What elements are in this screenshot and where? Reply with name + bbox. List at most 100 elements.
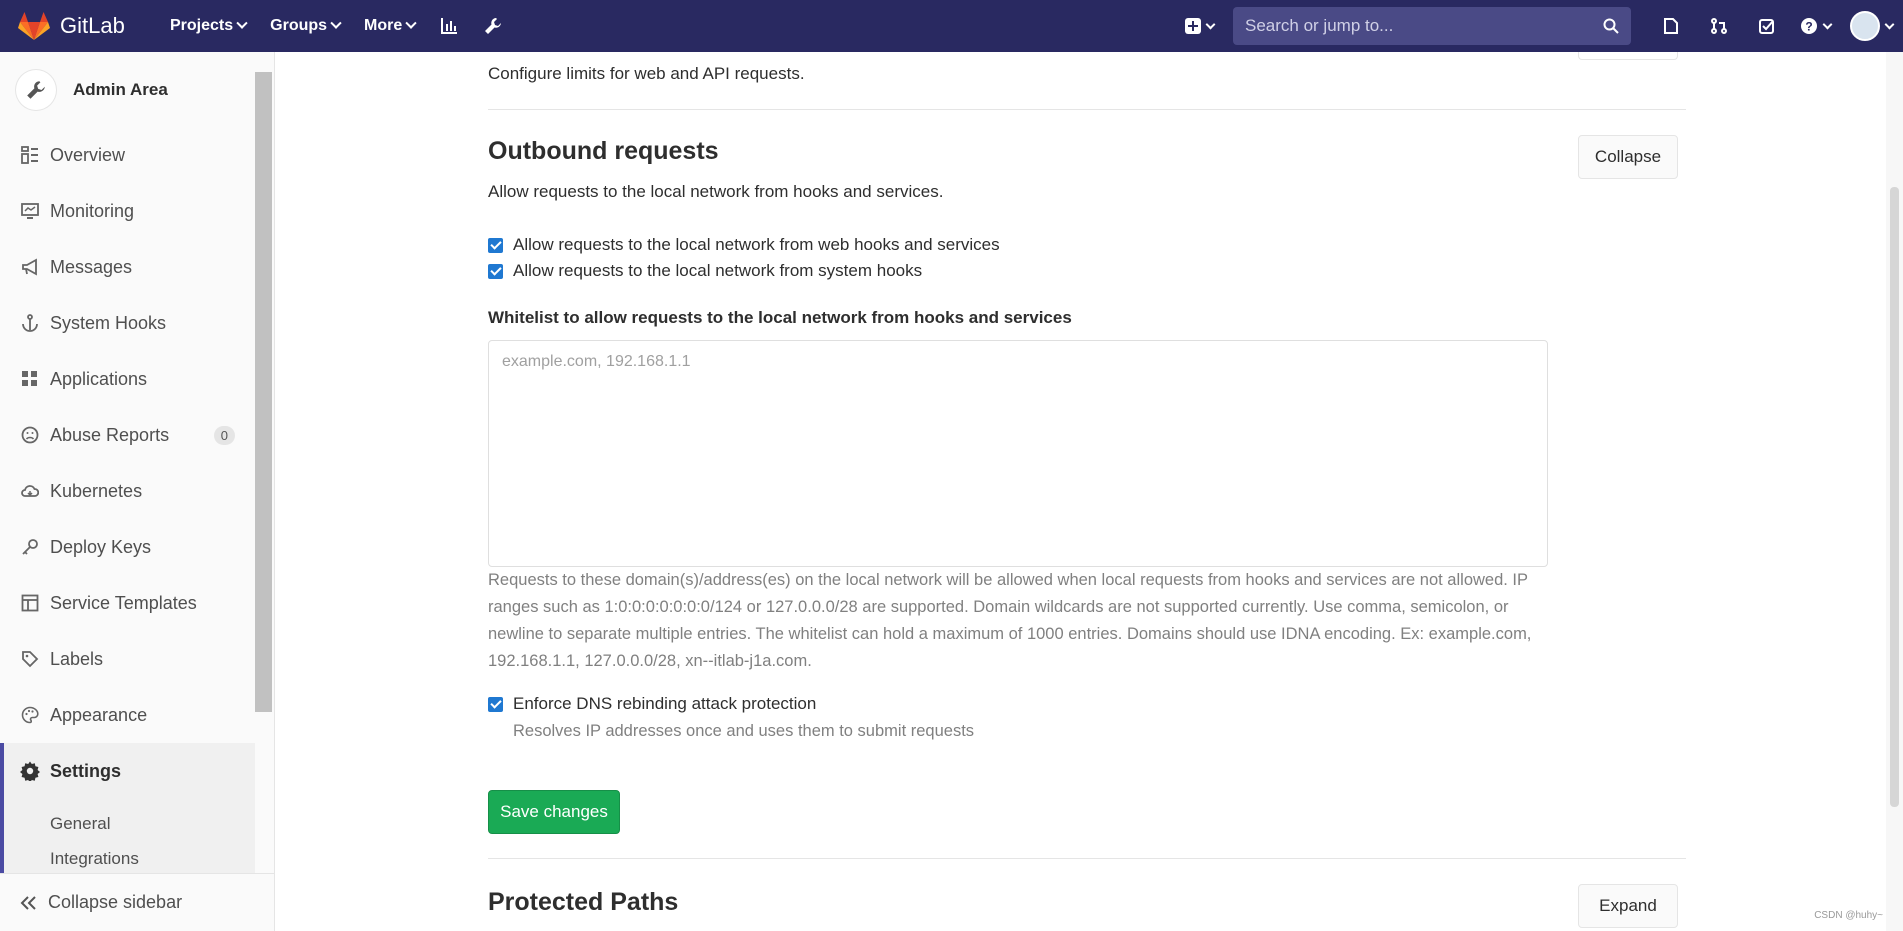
collapse-sidebar-label: Collapse sidebar (48, 892, 183, 912)
avatar (1849, 11, 1880, 41)
collapse-sidebar-button[interactable]: Collapse sidebar (0, 873, 274, 931)
sidebar-title: Admin Area (73, 79, 168, 99)
sidebar-item-applications[interactable]: Applications (0, 351, 255, 407)
svg-text:?: ? (1805, 20, 1812, 34)
monitor-icon (20, 201, 40, 221)
sidebar-item-label: Abuse Reports (50, 424, 170, 445)
chevron-down-icon (405, 17, 417, 29)
sidebar-item-service-templates[interactable]: Service Templates (0, 575, 255, 631)
grid-icon (20, 369, 40, 389)
wrench-icon (16, 69, 56, 110)
key-icon (20, 537, 40, 557)
nav-more-label: More (364, 17, 403, 34)
sidebar-item-label: Labels (50, 648, 104, 669)
dns-rebinding-label: Enforce DNS rebinding attack protection (513, 694, 817, 713)
wrench-icon[interactable] (471, 0, 515, 52)
user-menu[interactable] (1839, 0, 1903, 52)
allow-webhooks-checkbox[interactable] (488, 237, 503, 253)
sidebar-item-label: Deploy Keys (50, 536, 152, 557)
dns-rebinding-help: Resolves IP addresses once and uses them… (513, 722, 975, 740)
new-item-dropdown[interactable] (1175, 0, 1223, 52)
label-icon (20, 649, 40, 669)
save-changes-button[interactable]: Save changes (488, 790, 620, 834)
nav-more[interactable]: More (352, 0, 427, 52)
sidebar-item-system-hooks[interactable]: System Hooks (0, 295, 255, 351)
sidebar-item-settings[interactable]: Settings (0, 743, 255, 799)
whitelist-help-text: Requests to these domain(s)/address(es) … (488, 571, 1532, 670)
help-icon: ? (1800, 18, 1817, 34)
whitelist-label: Whitelist to allow requests to the local… (488, 308, 1072, 327)
admin-sidebar: Admin Area Overview Monitoring Messages … (0, 52, 275, 931)
chevron-down-icon (330, 17, 342, 29)
sidebar-item-label: Service Templates (50, 592, 197, 613)
megaphone-icon (20, 257, 40, 277)
whitelist-textarea[interactable] (488, 340, 1548, 567)
brand-name: GitLab (60, 13, 125, 38)
sidebar-item-label: System Hooks (50, 312, 167, 333)
watermark: CSDN @huhy~ (1814, 910, 1883, 921)
help-dropdown[interactable]: ? (1791, 0, 1839, 52)
sidebar-item-label: Applications (50, 368, 148, 389)
sad-face-icon (20, 425, 40, 445)
search-input[interactable] (1245, 16, 1603, 36)
sidebar-item-kubernetes[interactable]: Kubernetes (0, 463, 255, 519)
overview-icon (20, 145, 40, 165)
nav-groups[interactable]: Groups (258, 0, 352, 52)
previous-section-button[interactable] (1578, 52, 1678, 60)
chevron-down-icon (1205, 19, 1215, 29)
main-content: Configure limits for web and API request… (276, 52, 1886, 931)
outbound-requests-title: Outbound requests (488, 137, 719, 165)
sidebar-item-label: Settings (50, 760, 122, 781)
allow-system-hooks-checkbox-row: Allow requests to the local network from… (488, 261, 922, 281)
dns-rebinding-checkbox[interactable] (488, 696, 503, 712)
cloud-icon (20, 481, 40, 501)
sidebar-item-labels[interactable]: Labels (0, 631, 255, 687)
merge-request-icon[interactable] (1695, 0, 1743, 52)
outbound-requests-description: Allow requests to the local network from… (488, 182, 944, 201)
search-icon (1603, 18, 1619, 34)
sidebar-item-appearance[interactable]: Appearance (0, 687, 255, 743)
sidebar-item-deploy-keys[interactable]: Deploy Keys (0, 519, 255, 575)
sidebar-subitem-general[interactable]: General (4, 799, 255, 849)
section-divider (488, 109, 1686, 110)
expand-button[interactable]: Expand (1578, 884, 1678, 928)
previous-section-description: Configure limits for web and API request… (488, 64, 805, 83)
allow-system-hooks-label: Allow requests to the local network from… (513, 261, 923, 280)
protected-paths-title: Protected Paths (488, 888, 679, 916)
sidebar-item-overview[interactable]: Overview (0, 127, 255, 183)
nav-projects[interactable]: Projects (158, 0, 258, 52)
top-navbar: GitLab Projects Groups More ? (0, 0, 1903, 52)
allow-webhooks-label: Allow requests to the local network from… (513, 235, 1000, 254)
search-box[interactable] (1233, 7, 1631, 45)
gear-icon (20, 761, 40, 781)
plus-square-icon (1184, 18, 1201, 34)
anchor-icon (20, 313, 40, 333)
chevron-down-icon (236, 17, 248, 29)
sidebar-header[interactable]: Admin Area (0, 52, 274, 127)
sidebar-item-label: Appearance (50, 704, 148, 725)
sidebar-item-monitoring[interactable]: Monitoring (0, 183, 255, 239)
collapse-button[interactable]: Collapse (1578, 135, 1678, 179)
double-chevron-left-icon (20, 895, 36, 910)
sidebar-item-messages[interactable]: Messages (0, 239, 255, 295)
page-scrollbar[interactable] (1886, 52, 1903, 931)
dns-rebinding-checkbox-row: Enforce DNS rebinding attack protection (488, 694, 816, 714)
sidebar-item-abuse-reports[interactable]: Abuse Reports 0 (0, 407, 255, 463)
chevron-down-icon (1884, 19, 1894, 29)
template-icon (20, 593, 40, 613)
sidebar-item-label: Overview (50, 144, 126, 165)
allow-system-hooks-checkbox[interactable] (488, 263, 503, 279)
issues-icon[interactable] (1647, 0, 1695, 52)
nav-projects-label: Projects (170, 17, 234, 34)
activity-chart-icon[interactable] (427, 0, 471, 52)
todo-icon[interactable] (1743, 0, 1791, 52)
section-divider (488, 858, 1686, 859)
allow-webhooks-checkbox-row: Allow requests to the local network from… (488, 235, 1000, 255)
sidebar-scrollbar[interactable] (255, 72, 272, 712)
settings-submenu: General Integrations (0, 799, 255, 877)
count-badge: 0 (213, 425, 235, 445)
gitlab-brand[interactable]: GitLab (18, 11, 158, 41)
gitlab-logo-icon (18, 12, 50, 40)
sidebar-item-label: Monitoring (50, 200, 135, 221)
nav-groups-label: Groups (270, 17, 328, 34)
